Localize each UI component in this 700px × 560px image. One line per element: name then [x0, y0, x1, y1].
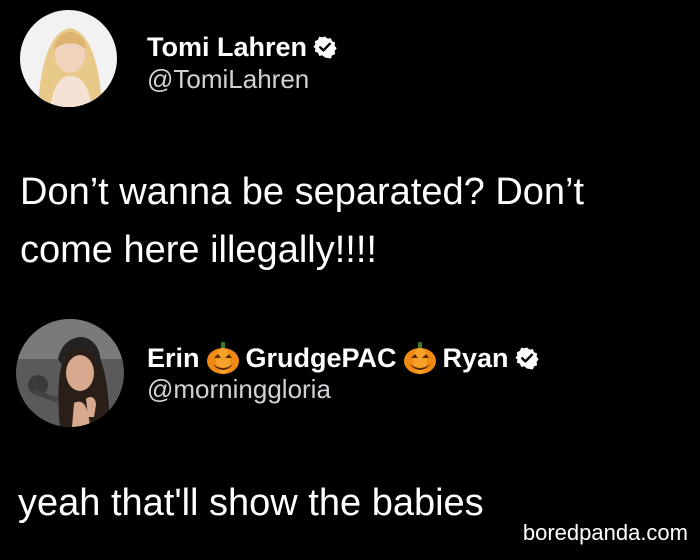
author-name[interactable]: Erin GrudgePAC Ryan [147, 339, 539, 377]
profile-photo [20, 10, 117, 107]
verified-badge-icon [514, 346, 539, 370]
tweet-text: Don’t wanna be separated? Don’t come her… [20, 171, 585, 271]
author-handle[interactable]: @TomiLahren [147, 64, 309, 94]
author-handle[interactable]: @morninggloria [147, 374, 331, 404]
tweet-text: yeah that'll show the babies [18, 482, 484, 524]
display-name-part-3: Ryan [442, 343, 509, 373]
jack-o-lantern-icon [204, 339, 242, 377]
avatar[interactable] [20, 10, 117, 107]
display-name-text: Tomi Lahren [147, 32, 308, 62]
profile-photo [16, 319, 124, 427]
author-name[interactable]: Tomi Lahren [147, 31, 337, 63]
display-name-part-1: Erin [147, 343, 200, 373]
display-name-part-2: GrudgePAC [245, 343, 397, 373]
avatar[interactable] [16, 319, 124, 427]
watermark: boredpanda.com [518, 520, 692, 546]
jack-o-lantern-icon [401, 339, 439, 377]
verified-badge-icon [313, 35, 337, 59]
